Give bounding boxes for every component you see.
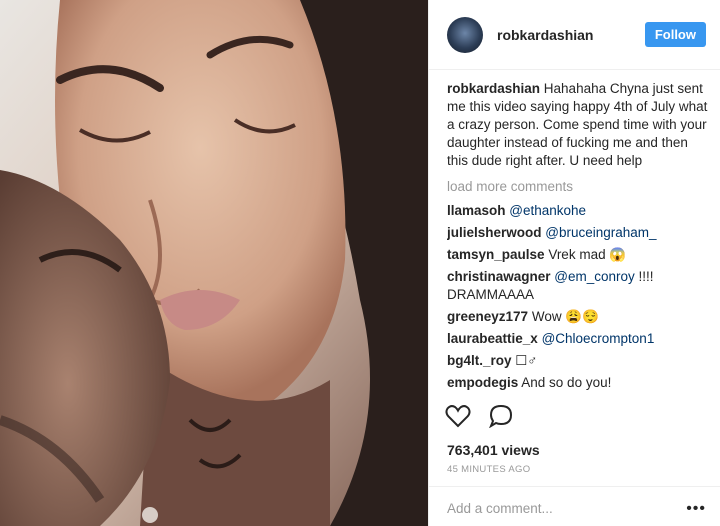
comment-username[interactable]: tamsyn_paulse — [447, 247, 545, 262]
header-username[interactable]: robkardashian — [497, 27, 645, 43]
comment-text: ☐♂ — [515, 353, 538, 368]
comment-item: llamasoh @ethankohe — [447, 202, 710, 220]
follow-button[interactable]: Follow — [644, 22, 706, 47]
comment-item: bg4lt._roy ☐♂ — [447, 352, 710, 370]
comment-mention[interactable]: @Chloecrompton1 — [542, 331, 655, 346]
post-header: robkardashian Follow — [429, 0, 720, 70]
comment-text: Vrek mad 😱 — [548, 247, 627, 262]
comment-item: julielsherwood @bruceingraham_ — [447, 224, 710, 242]
comment-username[interactable]: bg4lt._roy — [447, 353, 512, 368]
heart-icon[interactable] — [445, 404, 471, 428]
comment-mention[interactable]: @bruceingraham_ — [545, 225, 656, 240]
comments-list: robkardashian Hahahaha Chyna just sent m… — [447, 80, 710, 396]
comment-text: Wow 😩😌 — [531, 309, 599, 324]
post-photo[interactable] — [0, 0, 428, 526]
views-count[interactable]: 763,401 views — [447, 442, 540, 458]
more-options-icon[interactable]: ••• — [686, 500, 706, 518]
post-window: robkardashian Follow robkardashian Hahah… — [0, 0, 720, 526]
comment-mention[interactable]: @ethankohe — [509, 203, 586, 218]
load-more-comments[interactable]: load more comments — [447, 178, 710, 196]
comment-item: tamsyn_paulse Vrek mad 😱 — [447, 246, 710, 264]
post-sidebar: robkardashian Follow robkardashian Hahah… — [428, 0, 720, 526]
comment-username[interactable]: greeneyz177 — [447, 309, 528, 324]
comment-username[interactable]: julielsherwood — [447, 225, 542, 240]
caption: robkardashian Hahahaha Chyna just sent m… — [447, 80, 710, 170]
action-bar — [445, 404, 513, 428]
comment-username[interactable]: laurabeattie_x — [447, 331, 538, 346]
post-timestamp[interactable]: 45 MINUTES AGO — [447, 464, 530, 475]
comment-username[interactable]: llamasoh — [447, 203, 506, 218]
comment-item: christinawagner @em_conroy !!!! DRAMMAAA… — [447, 268, 710, 304]
photo-image — [0, 0, 428, 526]
comment-text: And so do you! — [521, 375, 612, 390]
add-comment-input[interactable]: Add a comment... — [429, 486, 720, 526]
comment-username[interactable]: christinawagner — [447, 269, 551, 284]
comment-item: greeneyz177 Wow 😩😌 — [447, 308, 710, 326]
caption-username[interactable]: robkardashian — [447, 81, 540, 96]
comment-mention[interactable]: @em_conroy — [554, 269, 635, 284]
comment-item: empodegis And so do you! — [447, 374, 710, 392]
comment-item: laurabeattie_x @Chloecrompton1 — [447, 330, 710, 348]
avatar[interactable] — [447, 16, 483, 53]
comment-bubble-icon[interactable] — [489, 404, 513, 428]
comment-username[interactable]: empodegis — [447, 375, 518, 390]
